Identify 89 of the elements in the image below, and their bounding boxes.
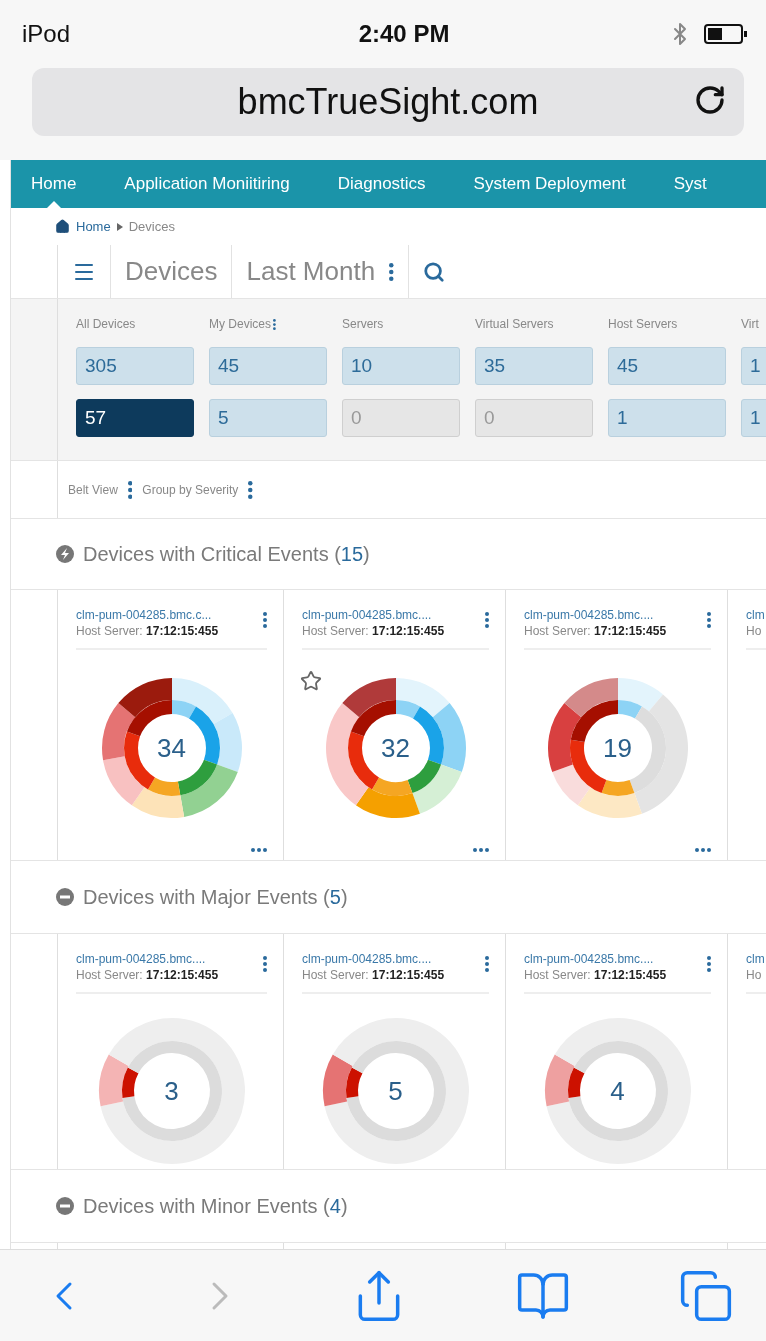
minus-circle-icon — [55, 887, 75, 907]
device-link[interactable]: clm-pum-004285.bmc.... — [76, 952, 219, 966]
section-title: Devices with Minor Events (4) — [83, 1194, 348, 1218]
count-tile[interactable]: 45 — [608, 347, 726, 385]
host-server-text: Host Server: 17:12:15:455 — [76, 968, 219, 982]
kebab-icon — [248, 480, 253, 499]
breadcrumb-current: Devices — [128, 219, 175, 234]
event-count: 19 — [603, 732, 632, 764]
star-icon — [300, 670, 322, 692]
event-count: 32 — [381, 732, 410, 764]
count-tile[interactable]: 5 — [209, 399, 327, 437]
kebab-icon — [707, 612, 711, 628]
view-option-button[interactable]: Belt View — [58, 480, 133, 499]
device-link[interactable]: clm-pum-004285.bmc.... — [302, 608, 445, 622]
battery-icon — [704, 24, 748, 44]
count-tile[interactable]: 1 — [741, 399, 766, 437]
ellipsis-icon — [251, 848, 267, 852]
breadcrumb-link[interactable]: Home — [76, 219, 111, 234]
nav-tab[interactable]: Home — [31, 160, 77, 208]
nav-tab[interactable]: System Deployment — [473, 160, 626, 208]
host-server-text: Host Server: 17:12:15:455 — [76, 624, 219, 638]
kebab-icon — [485, 612, 489, 628]
kebab-icon — [707, 956, 711, 972]
stat-label: All Devices — [76, 316, 137, 333]
more-button[interactable] — [473, 848, 489, 852]
section-title: Devices with Critical Events (15) — [83, 542, 370, 566]
count-tile[interactable]: 0 — [475, 399, 593, 437]
host-server-text: Host Server: 17:12:15:455 — [302, 624, 445, 638]
count-tile[interactable]: 57 — [76, 399, 194, 437]
card-menu-button[interactable] — [485, 612, 489, 628]
host-server-text: Host Server: 17:12:15:455 — [524, 968, 667, 982]
count-tile[interactable]: 0 — [342, 399, 460, 437]
reload-icon — [694, 84, 726, 116]
kebab-icon — [485, 956, 489, 972]
count-tile[interactable]: 35 — [475, 347, 593, 385]
minus-circle-icon — [55, 1196, 75, 1216]
nav-tab[interactable]: Application Moniitiring — [124, 160, 290, 208]
nav-tab[interactable]: Syst — [673, 160, 707, 208]
device-link[interactable]: clm-pum-004285.bmc.... — [524, 952, 667, 966]
event-count: 3 — [164, 1075, 179, 1107]
count-tile[interactable]: 45 — [209, 347, 327, 385]
reload-button[interactable] — [694, 84, 726, 116]
device-link[interactable]: clm-pum-004285.bmc.... — [524, 608, 667, 622]
kebab-icon — [127, 480, 133, 499]
card-menu-button[interactable] — [707, 612, 711, 628]
more-button[interactable] — [251, 848, 267, 852]
stat-label: Virt — [741, 316, 760, 333]
more-button[interactable] — [695, 848, 711, 852]
stat-label: Servers — [342, 316, 385, 333]
home-icon — [55, 219, 70, 234]
device-link[interactable]: clm-pum-004285.bmc.... — [302, 952, 445, 966]
ellipsis-icon — [695, 848, 711, 852]
device-link[interactable]: clm — [746, 952, 765, 966]
search-icon — [422, 260, 445, 283]
favorite-button[interactable] — [300, 670, 322, 692]
count-tile[interactable]: 1 — [608, 399, 726, 437]
ellipsis-icon — [473, 848, 489, 852]
devices-button[interactable]: Devices — [111, 245, 233, 298]
kebab-icon — [273, 318, 276, 330]
stat-label: Host Servers — [608, 316, 679, 333]
kebab-icon — [263, 612, 267, 628]
device-link[interactable]: clm — [746, 608, 765, 622]
host-server-text: Host Server: 17:12:15:455 — [302, 968, 445, 982]
device-link[interactable]: clm-pum-004285.bmc.c... — [76, 608, 219, 622]
host-server-text: Host Server: 17:12:15:455 — [524, 624, 667, 638]
device-name: iPod — [22, 20, 71, 48]
card-menu-button[interactable] — [263, 612, 267, 628]
view-option-button[interactable]: Group by Severity — [132, 480, 253, 499]
section-title: Devices with Major Events (5) — [83, 885, 348, 909]
address-bar[interactable]: bmcTrueSight.com — [32, 68, 744, 136]
stat-label: My Devices — [209, 315, 327, 333]
host-server-text: Ho — [746, 968, 763, 982]
event-count: 4 — [610, 1075, 625, 1107]
clock-time: 2:40 PM — [358, 20, 450, 48]
event-count: 5 — [388, 1075, 403, 1107]
stat-label: Virtual Servers — [475, 316, 555, 333]
host-server-text: Ho — [746, 624, 763, 638]
count-tile[interactable]: 305 — [76, 347, 194, 385]
card-menu-button[interactable] — [707, 956, 711, 972]
kebab-icon — [389, 262, 394, 281]
nav-tab[interactable]: Diagnostics — [337, 160, 426, 208]
chevron-right-icon — [116, 222, 123, 231]
period-dropdown[interactable]: Last Month — [232, 245, 409, 298]
count-tile[interactable]: 10 — [342, 347, 460, 385]
event-count: 34 — [157, 732, 186, 764]
card-menu-button[interactable] — [263, 956, 267, 972]
card-menu-button[interactable] — [485, 956, 489, 972]
kebab-icon — [263, 956, 267, 972]
count-tile[interactable]: 1 — [741, 347, 766, 385]
